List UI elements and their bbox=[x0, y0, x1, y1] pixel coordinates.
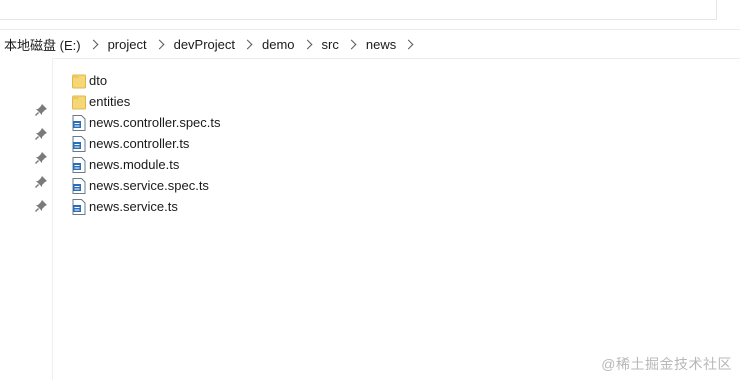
pin-icon[interactable] bbox=[34, 151, 48, 165]
ribbon-collapsed-panel bbox=[0, 0, 717, 20]
watermark: @稀土掘金技术社区 bbox=[601, 356, 732, 372]
chevron-right-icon[interactable] bbox=[403, 39, 414, 49]
typescript-file-icon bbox=[72, 177, 86, 194]
list-item-folder-dto[interactable]: dto bbox=[72, 70, 221, 91]
file-name: news.service.ts bbox=[89, 199, 178, 214]
pin-icon[interactable] bbox=[34, 199, 48, 213]
folder-icon bbox=[72, 74, 86, 88]
typescript-file-icon bbox=[72, 156, 86, 173]
list-item-file[interactable]: news.service.spec.ts bbox=[72, 175, 221, 196]
typescript-file-icon bbox=[72, 198, 86, 215]
list-item-file[interactable]: news.controller.ts bbox=[72, 133, 221, 154]
chevron-right-icon[interactable] bbox=[88, 39, 99, 49]
breadcrumb-devproject[interactable]: devProject bbox=[172, 37, 237, 52]
file-name: news.controller.spec.ts bbox=[89, 115, 221, 130]
navigation-pane bbox=[0, 58, 53, 380]
list-item-folder-entities[interactable]: entities bbox=[72, 91, 221, 112]
chevron-right-icon[interactable] bbox=[154, 39, 165, 49]
list-item-file[interactable]: news.module.ts bbox=[72, 154, 221, 175]
file-list: dto entities news.controller.spec.ts new… bbox=[72, 70, 221, 217]
file-name: dto bbox=[89, 73, 108, 88]
typescript-file-icon bbox=[72, 114, 86, 131]
file-name: news.controller.ts bbox=[89, 136, 190, 151]
breadcrumb-demo[interactable]: demo bbox=[260, 37, 297, 52]
file-name: news.module.ts bbox=[89, 157, 180, 172]
list-item-file[interactable]: news.controller.spec.ts bbox=[72, 112, 221, 133]
pin-icon[interactable] bbox=[34, 103, 48, 117]
list-item-file[interactable]: news.service.ts bbox=[72, 196, 221, 217]
chevron-right-icon[interactable] bbox=[242, 39, 253, 49]
breadcrumb-src[interactable]: src bbox=[320, 37, 341, 52]
breadcrumb-project[interactable]: project bbox=[106, 37, 149, 52]
pin-icon[interactable] bbox=[34, 175, 48, 189]
address-bar[interactable]: 本地磁盘 (E:) project devProject demo src ne… bbox=[0, 29, 740, 59]
breadcrumb-news[interactable]: news bbox=[364, 37, 398, 52]
file-name: news.service.spec.ts bbox=[89, 178, 209, 193]
folder-icon bbox=[72, 95, 86, 109]
chevron-right-icon[interactable] bbox=[302, 39, 312, 49]
pin-icon[interactable] bbox=[34, 127, 48, 141]
ribbon-area bbox=[0, 0, 740, 28]
file-name: entities bbox=[89, 94, 131, 109]
typescript-file-icon bbox=[72, 135, 86, 152]
breadcrumb-drive[interactable]: 本地磁盘 (E:) bbox=[0, 35, 83, 54]
chevron-right-icon[interactable] bbox=[346, 39, 357, 49]
